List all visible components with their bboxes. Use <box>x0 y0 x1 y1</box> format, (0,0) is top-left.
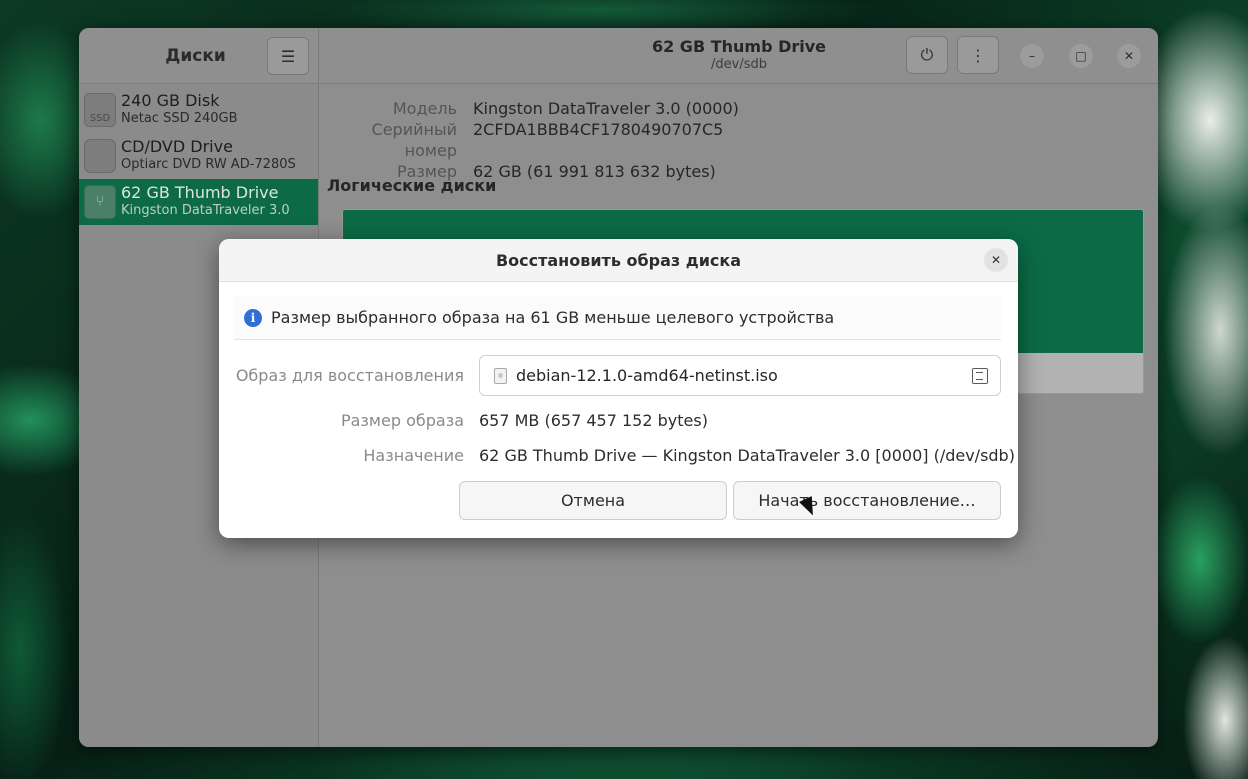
usb-icon: ⑂ <box>84 185 116 219</box>
image-size-label: Размер образа <box>340 411 464 430</box>
drive-item-thumb-drive[interactable]: ⑂ 62 GB Thumb Drive Kingston DataTravele… <box>79 179 318 225</box>
drive-menu-button[interactable]: ⋮ <box>957 36 999 74</box>
main-header: 62 GB Thumb Drive /dev/sdb ⏻ ⋮ – □ ✕ <box>320 28 1158 84</box>
drive-model: Optiarc DVD RW AD-7280S <box>121 157 296 172</box>
drive-item-ssd[interactable]: SSD 240 GB Disk Netac SSD 240GB <box>79 87 318 133</box>
ssd-icon-label: SSD <box>89 113 111 124</box>
ssd-icon: SSD <box>84 93 116 127</box>
close-icon: ✕ <box>1123 49 1135 63</box>
file-icon <box>494 367 507 384</box>
drive-model: Kingston DataTraveler 3.0 <box>121 203 290 218</box>
destination-value: 62 GB Thumb Drive — Kingston DataTravele… <box>479 446 1015 465</box>
drive-list: SSD 240 GB Disk Netac SSD 240GB CD/DVD D… <box>79 84 318 225</box>
start-restore-button[interactable]: Начать восстановление… <box>733 481 1001 520</box>
serial-value: 2CFDA1BBB4CF1780490707C5 <box>473 120 724 139</box>
cancel-button[interactable]: Отмена <box>459 481 727 520</box>
size-value: 62 GB (61 991 813 632 bytes) <box>473 162 716 181</box>
dialog-header: Восстановить образ диска ✕ <box>219 239 1018 282</box>
drive-item-optical[interactable]: CD/DVD Drive Optiarc DVD RW AD-7280S <box>79 133 318 179</box>
main-menu-button[interactable]: ☰ <box>267 37 309 75</box>
destination-label: Назначение <box>363 446 464 465</box>
maximize-button[interactable]: □ <box>1069 44 1093 68</box>
drive-name: 240 GB Disk <box>121 91 220 110</box>
serial-label: Серийный номер <box>371 120 457 160</box>
kebab-menu-icon: ⋮ <box>970 45 986 65</box>
volumes-title: Логические диски <box>327 176 497 195</box>
hamburger-icon: ☰ <box>280 46 296 66</box>
maximize-icon: □ <box>1075 49 1087 63</box>
dialog-title: Восстановить образ диска <box>495 250 742 270</box>
drive-details: Модель Kingston DataTraveler 3.0 (0000) … <box>320 98 739 182</box>
model-value: Kingston DataTraveler 3.0 (0000) <box>473 99 739 118</box>
info-message: Размер выбранного образа на 61 GB меньше… <box>271 308 835 327</box>
image-label: Образ для восстановления <box>235 366 464 385</box>
info-bar: i Размер выбранного образа на 61 GB мень… <box>234 296 1001 340</box>
sidebar-header: Диски ☰ <box>79 28 318 84</box>
image-file-chooser[interactable]: debian-12.1.0-amd64-netinst.iso <box>479 355 1001 396</box>
drive-model: Netac SSD 240GB <box>121 111 238 126</box>
dialog-close-button[interactable]: ✕ <box>984 248 1008 272</box>
minimize-icon: – <box>1029 49 1035 63</box>
minimize-button[interactable]: – <box>1020 44 1044 68</box>
info-icon: i <box>244 308 262 327</box>
close-button[interactable]: ✕ <box>1117 44 1141 68</box>
sidebar-title: Диски <box>165 45 226 66</box>
drive-name: CD/DVD Drive <box>121 137 233 156</box>
model-label: Модель <box>392 99 457 118</box>
restore-image-dialog: Восстановить образ диска ✕ i Размер выбр… <box>219 239 1018 538</box>
close-icon: ✕ <box>990 253 1002 267</box>
drive-name: 62 GB Thumb Drive <box>121 183 279 202</box>
image-size-value: 657 MB (657 457 152 bytes) <box>479 411 708 430</box>
optical-drive-icon <box>84 139 116 173</box>
power-off-button[interactable]: ⏻ <box>906 36 948 74</box>
browse-file-icon[interactable] <box>970 367 990 385</box>
power-icon: ⏻ <box>920 45 934 64</box>
image-file-name: debian-12.1.0-amd64-netinst.iso <box>516 366 778 385</box>
